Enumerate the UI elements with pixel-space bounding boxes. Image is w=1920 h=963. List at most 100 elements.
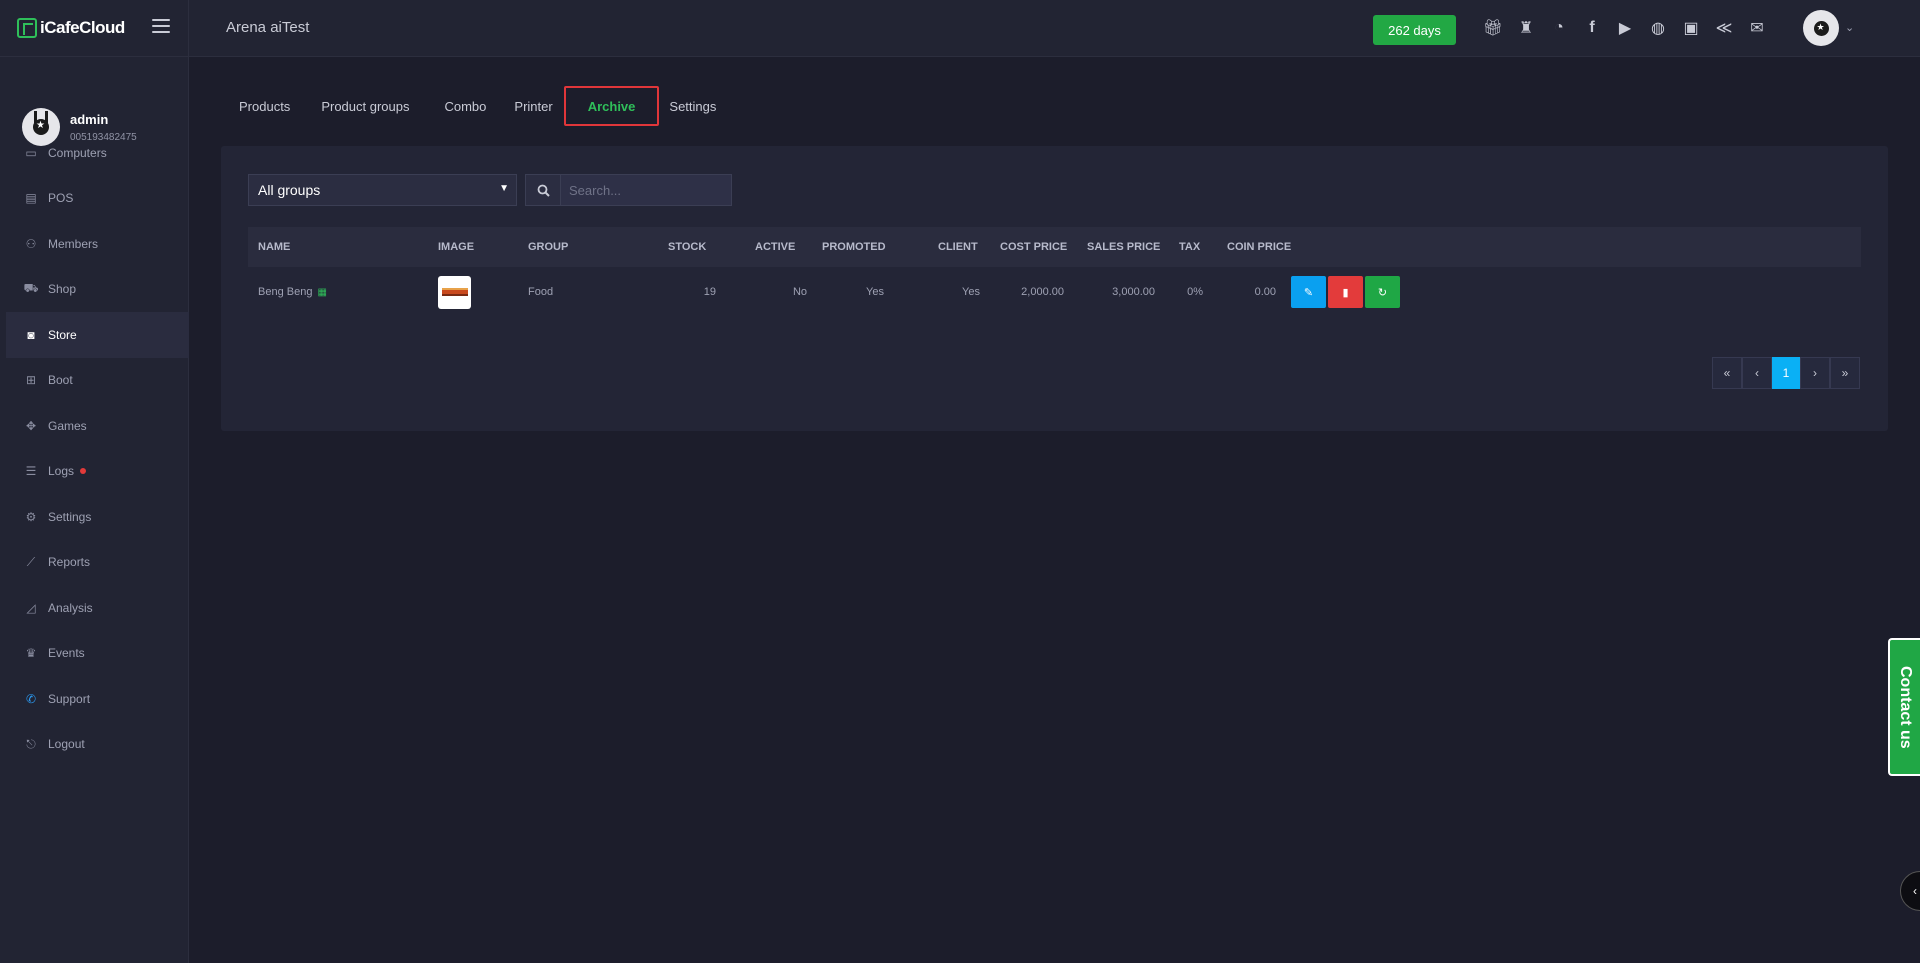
sidebar-item-settings[interactable]: ⚙ Settings: [0, 494, 189, 540]
bag-icon: ◙: [27, 327, 35, 342]
sidebar-item-pos[interactable]: ▤ POS: [0, 176, 189, 222]
sidebar-item-label: Boot: [48, 373, 73, 388]
topbar: Arena aiTest 262 days 🎁︎ ♜ ◔ f ▶ ◍ ▣ ≪ ✉…: [189, 0, 1920, 57]
sidebar-item-label: Computers: [48, 145, 107, 160]
phone-icon: ✆: [25, 691, 37, 706]
next-page-button[interactable]: ›: [1800, 357, 1830, 389]
col-promoted[interactable]: PROMOTED: [822, 227, 886, 267]
sidebar-item-members[interactable]: ⚇ Members: [0, 221, 189, 267]
tab-archive[interactable]: Archive: [563, 86, 660, 126]
user-name: admin: [70, 111, 109, 127]
cart-icon: ⛟: [23, 281, 39, 296]
col-active[interactable]: ACTIVE: [755, 227, 795, 267]
refresh-icon: ↻: [1377, 286, 1388, 299]
sidebar-item-reports[interactable]: ⟋ Reports: [0, 540, 189, 586]
last-page-button[interactable]: »: [1830, 357, 1860, 389]
search-icon[interactable]: [525, 174, 561, 206]
sidebar-item-label: Store: [48, 327, 77, 342]
notification-dot: [80, 468, 87, 475]
tab-printer[interactable]: Printer: [503, 86, 563, 126]
globe-icon[interactable]: ◍: [1646, 16, 1670, 40]
col-name[interactable]: NAME: [258, 227, 290, 267]
tab-products[interactable]: Products: [226, 86, 303, 126]
sidebar-item-computers[interactable]: ▭ Computers: [0, 130, 189, 176]
group-filter-select[interactable]: All groups ▼: [248, 174, 517, 206]
trash-icon: ▮: [1342, 286, 1349, 299]
account-avatar[interactable]: [1803, 10, 1839, 46]
col-coin-price[interactable]: COIN PRICE: [1227, 227, 1291, 267]
brand: iCafeCloud: [0, 0, 188, 57]
group-filter-value: All groups: [258, 182, 321, 198]
sidebar-item-label: Members: [48, 236, 99, 251]
sidebar-item-store[interactable]: ◙ Store: [6, 312, 189, 358]
cell-image: [438, 267, 471, 317]
trophy-icon[interactable]: ♜: [1514, 16, 1538, 40]
sidebar-nav: ▭ Computers ▤ POS ⚇ Members ⛟ Shop ◙ Store ⊞ B…: [0, 130, 189, 767]
barcode-icon[interactable]: ▦: [317, 287, 326, 298]
sidebar-item-analysis[interactable]: ◿ Analysis: [0, 585, 189, 631]
cell-promoted: Yes: [866, 286, 884, 298]
gear-icon: ⚙: [25, 509, 37, 524]
col-sales-price[interactable]: SALES PRICE: [1087, 227, 1160, 267]
sidebar-item-events[interactable]: ♛ Events: [0, 631, 189, 677]
contact-us-button[interactable]: Contact us: [1888, 638, 1920, 776]
icafecloud-logo-icon: [17, 18, 37, 38]
gift-icon[interactable]: 🎁︎: [1481, 16, 1505, 40]
archive-panel: All groups ▼ NAME IMAGE GROUP STOCK ACTI…: [221, 146, 1888, 431]
table-row: Beng Beng ▦ Food 19 No Yes Yes 2,000.00 …: [248, 267, 1861, 317]
facebook-icon[interactable]: f: [1580, 16, 1604, 40]
col-group[interactable]: GROUP: [528, 227, 568, 267]
cell-stock: 19: [703, 286, 716, 298]
brand-logo[interactable]: iCafeCloud: [17, 18, 125, 38]
sidebar-item-label: Logout: [48, 737, 85, 752]
sidebar-item-label: Events: [48, 646, 85, 661]
table-header: NAME IMAGE GROUP STOCK ACTIVE PROMOTED C…: [248, 227, 1861, 267]
delete-button[interactable]: ▮: [1328, 276, 1363, 308]
chevron-down-icon: ▼: [499, 183, 509, 194]
contact-us-label: Contact us: [1897, 665, 1914, 749]
youtube-icon[interactable]: ▶: [1613, 16, 1637, 40]
tab-product-groups[interactable]: Product groups: [303, 86, 427, 126]
cell-client: Yes: [962, 286, 980, 298]
area-chart-icon: ◿: [26, 600, 36, 615]
sidebar-item-boot[interactable]: ⊞ Boot: [0, 358, 189, 404]
users-icon: ⚇: [25, 236, 37, 251]
sidebar-item-support[interactable]: ✆ Support: [0, 676, 189, 722]
edit-button[interactable]: ✎: [1291, 276, 1326, 308]
col-stock[interactable]: STOCK: [668, 227, 706, 267]
sidebar-item-label: Shop: [48, 282, 77, 297]
mail-icon[interactable]: ✉: [1745, 16, 1769, 40]
license-days-badge[interactable]: 262 days: [1373, 15, 1456, 45]
sidebar-item-label: Analysis: [48, 600, 93, 615]
icafe-icon[interactable]: ▣: [1679, 16, 1703, 40]
menu-toggle-icon[interactable]: [152, 19, 170, 33]
product-name[interactable]: Beng Beng: [258, 286, 312, 298]
sidebar-item-games[interactable]: ✥ Games: [0, 403, 189, 449]
sidebar-item-shop[interactable]: ⛟ Shop: [0, 267, 189, 313]
brand-chevron-icon[interactable]: ≪: [1712, 16, 1736, 40]
monitor-icon: ▭: [25, 145, 37, 160]
tab-settings[interactable]: Settings: [659, 86, 726, 126]
search-input[interactable]: [560, 174, 732, 206]
first-page-button[interactable]: «: [1712, 357, 1742, 389]
logout-icon: ⎋: [26, 736, 36, 751]
col-tax[interactable]: TAX: [1179, 227, 1200, 267]
tab-combo[interactable]: Combo: [427, 86, 503, 126]
product-thumbnail[interactable]: [438, 275, 471, 309]
sidebar: iCafeCloud admin 005193482475 ▭Computers…: [0, 0, 189, 963]
col-client[interactable]: CLIENT: [938, 227, 978, 267]
line-chart-icon: ⟋: [26, 554, 36, 569]
chevron-down-icon[interactable]: ⌄: [1845, 21, 1854, 34]
pagination: « ‹ 1 › »: [1712, 357, 1860, 389]
restore-button[interactable]: ↻: [1365, 276, 1400, 308]
col-cost-price[interactable]: COST PRICE: [1000, 227, 1067, 267]
rss-icon[interactable]: ◔: [1547, 16, 1571, 40]
sidebar-item-label: Support: [48, 691, 91, 706]
collapse-chevron-icon[interactable]: ‹: [1900, 871, 1920, 911]
sidebar-item-logs[interactable]: ☰ Logs: [0, 449, 189, 495]
prev-page-button[interactable]: ‹: [1742, 357, 1772, 389]
sidebar-item-logout[interactable]: ⎋ Logout: [0, 722, 189, 768]
page-button-current[interactable]: 1: [1772, 357, 1800, 389]
cash-register-icon: ▤: [25, 191, 37, 206]
gamepad-icon: ✥: [25, 418, 37, 433]
